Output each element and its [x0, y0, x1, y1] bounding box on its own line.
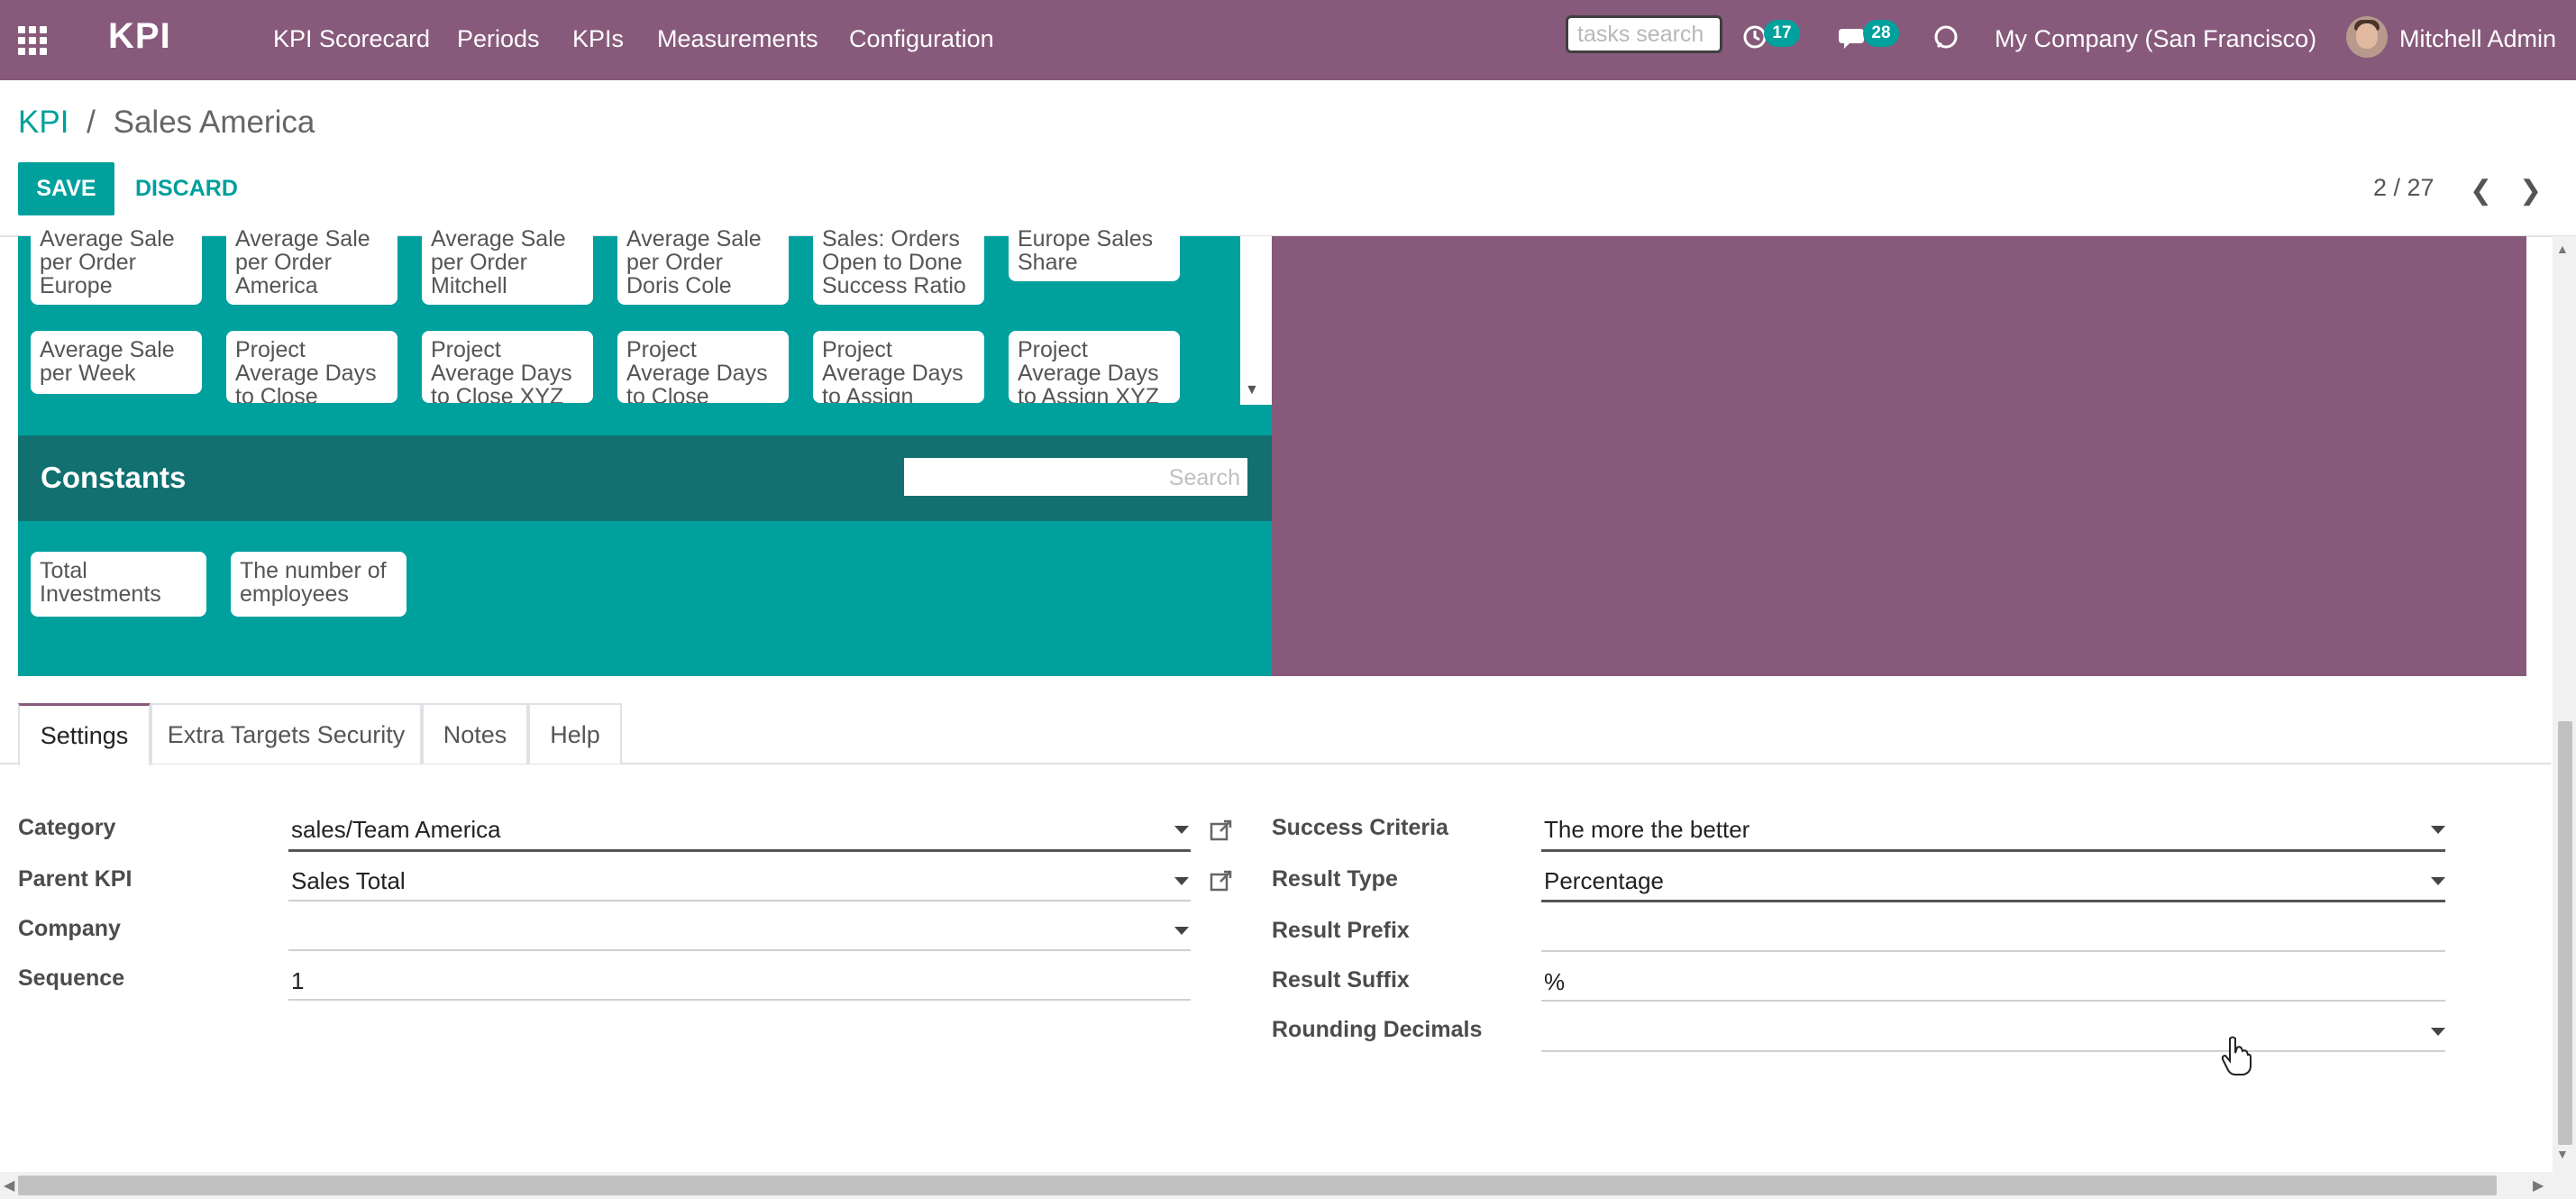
- top-navbar: KPI KPI Scorecard Periods KPIs Measureme…: [0, 0, 2576, 80]
- measurement-card[interactable]: Average Sale per Order Doris Cole: [617, 224, 789, 305]
- app-brand[interactable]: KPI: [108, 16, 171, 57]
- pager-next-icon[interactable]: ❯: [2519, 175, 2542, 206]
- tasks-search-input[interactable]: tasks search: [1566, 15, 1722, 53]
- scroll-left-arrow-icon[interactable]: ◀: [4, 1176, 14, 1194]
- messages-count-badge: 28: [1863, 20, 1899, 47]
- sequence-underline: [288, 999, 1191, 1001]
- measurement-card[interactable]: Project Average Days to Close XYZ: [422, 331, 593, 403]
- scroll-right-arrow-icon[interactable]: ▶: [2533, 1176, 2544, 1194]
- breadcrumb-separator: /: [87, 105, 96, 140]
- category-field[interactable]: sales/Team America: [291, 816, 501, 844]
- result-type-label: Result Type: [1272, 866, 1398, 892]
- measurement-card[interactable]: Project Average Days to Assign XYZ: [1009, 331, 1180, 403]
- page-vertical-scrollbar-thumb[interactable]: [2558, 721, 2572, 1145]
- scroll-down-arrow-icon[interactable]: ▼: [1245, 382, 1259, 398]
- constant-card[interactable]: Total Investments: [31, 552, 206, 617]
- category-underline: [288, 849, 1191, 852]
- discard-button[interactable]: DISCARD: [135, 162, 238, 215]
- rounding-decimals-underline: [1541, 1050, 2445, 1052]
- result-type-dropdown-icon[interactable]: [2431, 877, 2445, 885]
- activity-count-badge: 17: [1764, 20, 1800, 47]
- measurement-card[interactable]: Project Average Days to Assign: [813, 331, 984, 403]
- result-suffix-underline: [1541, 1000, 2445, 1002]
- result-prefix-underline: [1541, 950, 2445, 952]
- result-suffix-label: Result Suffix: [1272, 967, 1410, 993]
- breadcrumb: KPI / Sales America: [18, 105, 315, 141]
- result-type-underline: [1541, 900, 2445, 902]
- constants-search-input[interactable]: Search: [904, 458, 1247, 496]
- user-avatar[interactable]: [2346, 16, 2388, 58]
- user-menu[interactable]: Mitchell Admin: [2399, 25, 2556, 53]
- measurement-card[interactable]: Project Average Days to Close: [617, 331, 789, 403]
- tab-help[interactable]: Help: [528, 703, 622, 764]
- success-criteria-label: Success Criteria: [1272, 815, 1448, 840]
- hand-cursor-icon: [2221, 1036, 2252, 1075]
- menu-configuration[interactable]: Configuration: [849, 25, 994, 53]
- menu-kpi-scorecard[interactable]: KPI Scorecard: [273, 25, 430, 53]
- category-label: Category: [18, 815, 116, 840]
- success-criteria-underline: [1541, 849, 2445, 852]
- tab-settings[interactable]: Settings: [18, 703, 151, 765]
- page-horizontal-scrollbar-thumb[interactable]: [18, 1176, 2497, 1195]
- scroll-up-arrow-icon[interactable]: ▲: [2556, 242, 2569, 256]
- parent-kpi-field[interactable]: Sales Total: [291, 867, 406, 895]
- scroll-down-arrow-icon[interactable]: ▼: [2556, 1147, 2569, 1161]
- measurement-card[interactable]: Project Average Days to Close: [226, 331, 397, 403]
- rounding-decimals-label: Rounding Decimals: [1272, 1017, 1483, 1042]
- measurement-card[interactable]: Average Sale per Order America: [226, 224, 397, 305]
- success-criteria-field[interactable]: The more the better: [1544, 816, 1749, 844]
- company-underline: [288, 949, 1191, 951]
- pager-previous-icon[interactable]: ❮: [2470, 175, 2492, 206]
- company-label: Company: [18, 916, 121, 941]
- parent-kpi-underline: [288, 900, 1191, 902]
- company-switcher[interactable]: My Company (San Francisco): [1995, 25, 2316, 53]
- measurement-card[interactable]: Europe Sales Share: [1009, 224, 1180, 281]
- breadcrumb-current: Sales America: [113, 105, 315, 140]
- breadcrumb-parent-link[interactable]: KPI: [18, 105, 69, 140]
- tab-notes[interactable]: Notes: [422, 703, 528, 764]
- measurement-card[interactable]: Average Sale per Order Europe: [31, 224, 202, 305]
- menu-kpis[interactable]: KPIs: [572, 25, 624, 53]
- parent-kpi-dropdown-icon[interactable]: [1174, 877, 1189, 885]
- parent-kpi-label: Parent KPI: [18, 866, 132, 892]
- result-prefix-label: Result Prefix: [1272, 918, 1410, 943]
- tab-extra-targets-security[interactable]: Extra Targets Security: [151, 703, 422, 764]
- result-type-field[interactable]: Percentage: [1544, 867, 1664, 895]
- parent-kpi-external-link-icon[interactable]: [1210, 869, 1233, 892]
- measurement-card[interactable]: Sales: Orders Open to Done Success Ratio: [813, 224, 984, 305]
- sequence-field[interactable]: 1: [291, 967, 304, 995]
- rounding-decimals-dropdown-icon[interactable]: [2431, 1028, 2445, 1036]
- measurement-card[interactable]: Average Sale per Order Mitchell: [422, 224, 593, 305]
- category-external-link-icon[interactable]: [1210, 819, 1233, 842]
- sync-refresh-icon[interactable]: [1931, 22, 1961, 52]
- result-suffix-field[interactable]: %: [1544, 968, 1565, 996]
- menu-measurements[interactable]: Measurements: [657, 25, 818, 53]
- constant-card[interactable]: The number of employees: [231, 552, 406, 617]
- category-dropdown-icon[interactable]: [1174, 826, 1189, 834]
- pager-value[interactable]: 2 / 27: [2373, 174, 2434, 202]
- measurements-scrollbar[interactable]: [1240, 236, 1272, 405]
- apps-menu-icon[interactable]: [18, 26, 50, 55]
- constants-title: Constants: [41, 461, 187, 494]
- menu-periods[interactable]: Periods: [457, 25, 540, 53]
- company-dropdown-icon[interactable]: [1174, 927, 1189, 935]
- success-criteria-dropdown-icon[interactable]: [2431, 826, 2445, 834]
- formula-canvas[interactable]: [1272, 236, 2526, 676]
- sequence-label: Sequence: [18, 966, 125, 991]
- save-button[interactable]: SAVE: [18, 162, 114, 215]
- measurement-card[interactable]: Average Sale per Week: [31, 331, 202, 394]
